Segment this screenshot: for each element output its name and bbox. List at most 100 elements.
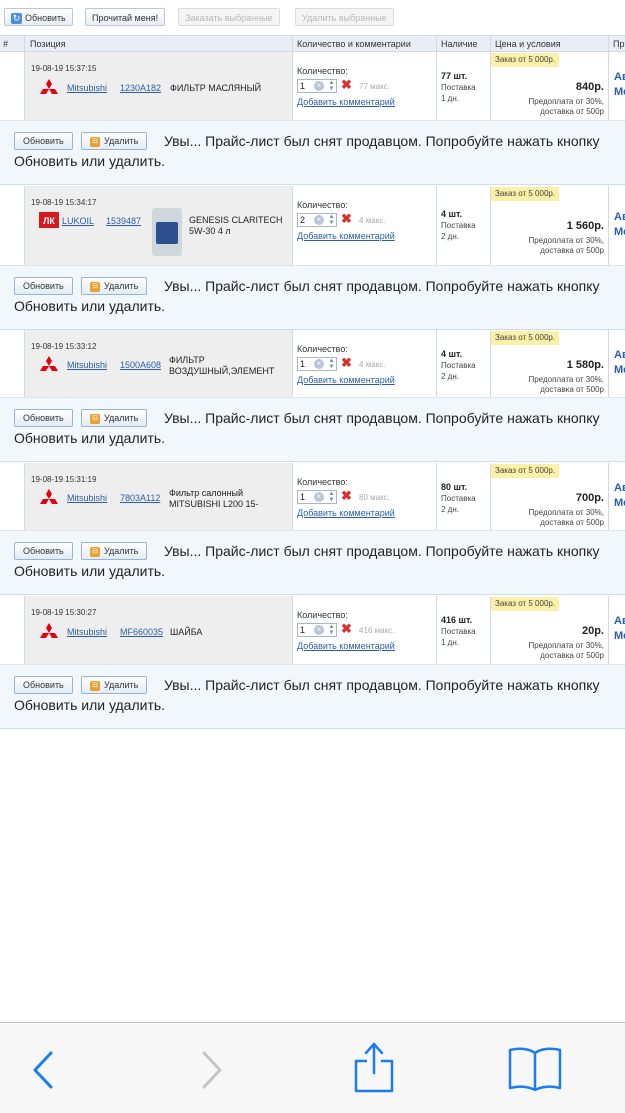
stock-count: 80 шт. xyxy=(441,482,468,492)
add-comment-link[interactable]: Добавить комментарий xyxy=(297,508,395,518)
header-extra: Пр xyxy=(613,39,625,49)
min-order-badge: Заказ от 5 000р. xyxy=(491,53,560,67)
brand-link[interactable]: Mitsubishi xyxy=(67,360,107,370)
delivery-days: 2 дн. xyxy=(441,232,459,241)
mitsubishi-logo-icon xyxy=(38,355,60,377)
clear-icon[interactable]: × xyxy=(314,81,324,91)
max-quantity: 80 макс. xyxy=(359,493,390,502)
mitsubishi-logo-icon xyxy=(38,622,60,644)
price: 840р. xyxy=(575,81,604,93)
add-comment-link[interactable]: Добавить комментарий xyxy=(297,641,395,651)
price: 700р. xyxy=(575,492,604,504)
article-link[interactable]: 7803A112 xyxy=(120,493,160,503)
remove-icon[interactable]: ✖ xyxy=(341,78,352,91)
stepper-icon[interactable]: ▲ ▼ xyxy=(328,214,335,226)
stepper-icon[interactable]: ▲ ▼ xyxy=(328,624,335,636)
warning-message: Увы... Прайс-лист был снят продавцом. По… xyxy=(14,677,600,713)
clear-icon[interactable]: × xyxy=(314,492,324,502)
readme-button[interactable]: Прочитай меня! xyxy=(85,8,166,26)
price-removed-warning: Обновить ⊟ Удалить Увы... Прайс-лист был сн… xyxy=(0,398,625,462)
product-image[interactable] xyxy=(152,208,182,256)
table-row: 19-08-19 15:31:19 Mitsubishi 7803A112 Фильт… xyxy=(0,463,625,531)
brand-link[interactable]: Mitsubishi xyxy=(67,83,107,93)
article-link[interactable]: MF660035 xyxy=(120,627,163,637)
refresh-button[interactable]: ↻ Обновить xyxy=(4,8,73,26)
max-quantity: 4 макс. xyxy=(359,360,386,369)
mitsubishi-logo-icon xyxy=(38,488,60,510)
delivery-label: Поставка xyxy=(441,221,476,230)
chevron-left-icon[interactable] xyxy=(32,1051,54,1089)
chevron-right-icon[interactable] xyxy=(201,1051,223,1089)
table-row: 19-08-19 15:34:17 ЛК LUKOIL 1539487 GENESIS … xyxy=(0,186,625,266)
max-quantity: 416 макс. xyxy=(359,626,395,635)
brand-link[interactable]: Mitsubishi xyxy=(67,493,107,503)
toolbar: ↻ Обновить Прочитай меня! Заказать выбран… xyxy=(0,0,625,34)
supplier-link[interactable]: Ав Ме xyxy=(614,348,625,378)
price-removed-warning: Обновить ⊟ Удалить Увы... Прайс-лист был сн… xyxy=(0,121,625,185)
header-price[interactable]: Цена и условия xyxy=(495,39,561,49)
remove-icon[interactable]: ✖ xyxy=(341,212,352,225)
header-qty[interactable]: Количество и комментарии xyxy=(297,39,411,49)
warning-message: Увы... Прайс-лист был снят продавцом. По… xyxy=(14,543,600,579)
add-comment-link[interactable]: Добавить комментарий xyxy=(297,375,395,385)
supplier-link[interactable]: Ав Ме xyxy=(614,70,625,100)
min-order-badge: Заказ от 5 000р. xyxy=(491,597,560,611)
min-order-badge: Заказ от 5 000р. xyxy=(491,187,560,201)
stock-count: 4 шт. xyxy=(441,209,463,219)
remove-icon[interactable]: ✖ xyxy=(341,489,352,502)
lukoil-logo-icon: ЛК xyxy=(38,211,60,233)
added-date: 19-08-19 15:34:17 xyxy=(31,198,97,207)
supplier-link[interactable]: Ав Ме xyxy=(614,481,625,511)
quantity-label: Количество: xyxy=(297,477,348,487)
refresh-icon: ↻ xyxy=(11,13,22,25)
price: 1 560р. xyxy=(566,220,604,232)
added-date: 19-08-19 15:31:19 xyxy=(31,475,97,484)
warning-message: Увы... Прайс-лист был снят продавцом. По… xyxy=(14,278,600,314)
clear-icon[interactable]: × xyxy=(314,215,324,225)
stock-count: 77 шт. xyxy=(441,71,468,81)
stepper-icon[interactable]: ▲ ▼ xyxy=(328,80,335,92)
clear-icon[interactable]: × xyxy=(314,359,324,369)
added-date: 19-08-19 15:30:27 xyxy=(31,608,97,617)
delivery-label: Поставка xyxy=(441,361,476,370)
delete-selected-button[interactable]: Удалить выбранные xyxy=(295,8,394,26)
book-icon[interactable] xyxy=(508,1045,562,1091)
supplier-link[interactable]: Ав Ме xyxy=(614,614,625,644)
product-name: ФИЛЬТР МАСЛЯНЫЙ xyxy=(170,83,262,93)
price: 1 580р. xyxy=(566,359,604,371)
add-comment-link[interactable]: Добавить комментарий xyxy=(297,231,395,241)
delivery-days: 1 дн. xyxy=(441,638,459,647)
header-position[interactable]: Позиция xyxy=(30,39,66,49)
clear-icon[interactable]: × xyxy=(314,625,324,635)
browser-bottom-bar xyxy=(0,1022,625,1113)
stepper-icon[interactable]: ▲ ▼ xyxy=(328,358,335,370)
shipping-terms: доставка от 500р xyxy=(540,518,604,527)
price-removed-warning: Обновить ⊟ Удалить Увы... Прайс-лист был сн… xyxy=(0,266,625,330)
brand-link[interactable]: Mitsubishi xyxy=(67,627,107,637)
add-comment-link[interactable]: Добавить комментарий xyxy=(297,97,395,107)
shipping-terms: доставка от 500р xyxy=(540,651,604,660)
article-link[interactable]: 1500A608 xyxy=(120,360,161,370)
supplier-link[interactable]: Ав Ме xyxy=(614,210,625,240)
max-quantity: 4 макс. xyxy=(359,216,386,225)
quantity-label: Количество: xyxy=(297,610,348,620)
delivery-days: 1 дн. xyxy=(441,94,459,103)
order-selected-button[interactable]: Заказать выбранные xyxy=(178,8,280,26)
header-stock[interactable]: Наличие xyxy=(441,39,478,49)
brand-link[interactable]: LUKOIL xyxy=(62,216,94,226)
product-name: GENESIS CLARITECH 5W-30 4 л xyxy=(189,215,283,236)
stock-count: 416 шт. xyxy=(441,615,473,625)
article-link[interactable]: 1230A182 xyxy=(120,83,161,93)
product-name: ФИЛЬТР ВОЗДУШНЫЙ,ЭЛЕМЕНТ xyxy=(169,355,275,376)
remove-icon[interactable]: ✖ xyxy=(341,356,352,369)
article-link[interactable]: 1539487 xyxy=(106,216,141,226)
svg-text:ЛК: ЛК xyxy=(43,216,55,226)
remove-icon[interactable]: ✖ xyxy=(341,622,352,635)
warning-message: Увы... Прайс-лист был снят продавцом. По… xyxy=(14,410,600,446)
delivery-days: 2 дн. xyxy=(441,372,459,381)
share-icon[interactable] xyxy=(354,1039,394,1095)
product-name: ШАЙБА xyxy=(170,627,203,637)
added-date: 19-08-19 15:37:15 xyxy=(31,64,97,73)
stepper-icon[interactable]: ▲ ▼ xyxy=(328,491,335,503)
delivery-label: Поставка xyxy=(441,494,476,503)
